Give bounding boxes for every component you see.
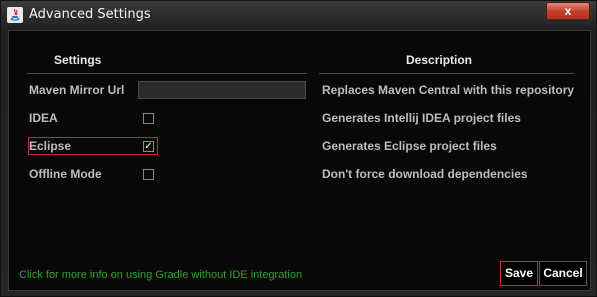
idea-checkbox[interactable] — [143, 113, 154, 124]
gradle-info-link[interactable]: Click for more info on using Gradle with… — [19, 269, 302, 281]
maven-mirror-url-description: Replaces Maven Central with this reposit… — [322, 83, 575, 97]
maven-mirror-url-label: Maven Mirror Url — [29, 83, 125, 97]
idea-description: Generates Intellij IDEA project files — [322, 111, 521, 125]
checkmark-icon: ✓ — [144, 141, 153, 152]
close-icon: x — [564, 4, 572, 18]
description-column-header: Description — [406, 53, 473, 67]
eclipse-checkbox[interactable]: ✓ — [143, 141, 154, 152]
java-app-icon — [7, 7, 23, 23]
settings-column-header: Settings — [54, 53, 102, 67]
close-button[interactable]: x — [546, 2, 590, 20]
cancel-button[interactable]: Cancel — [539, 261, 587, 286]
offline-mode-label: Offline Mode — [29, 167, 102, 181]
window-title: Advanced Settings — [29, 7, 151, 22]
eclipse-label: Eclipse — [29, 139, 72, 153]
offline-mode-description: Don't force download dependencies — [322, 167, 528, 181]
eclipse-description: Generates Eclipse project files — [322, 139, 497, 153]
idea-label: IDEA — [29, 111, 58, 125]
description-header-divider — [319, 73, 574, 74]
maven-mirror-url-input[interactable] — [138, 81, 306, 99]
settings-header-divider — [27, 73, 307, 74]
advanced-settings-window: Advanced Settings x Settings Description… — [0, 0, 597, 297]
save-button[interactable]: Save — [500, 261, 538, 286]
offline-mode-checkbox[interactable] — [143, 169, 154, 180]
title-bar[interactable]: Advanced Settings x — [1, 1, 597, 30]
settings-panel: Settings Description Maven Mirror Url Re… — [8, 30, 591, 291]
